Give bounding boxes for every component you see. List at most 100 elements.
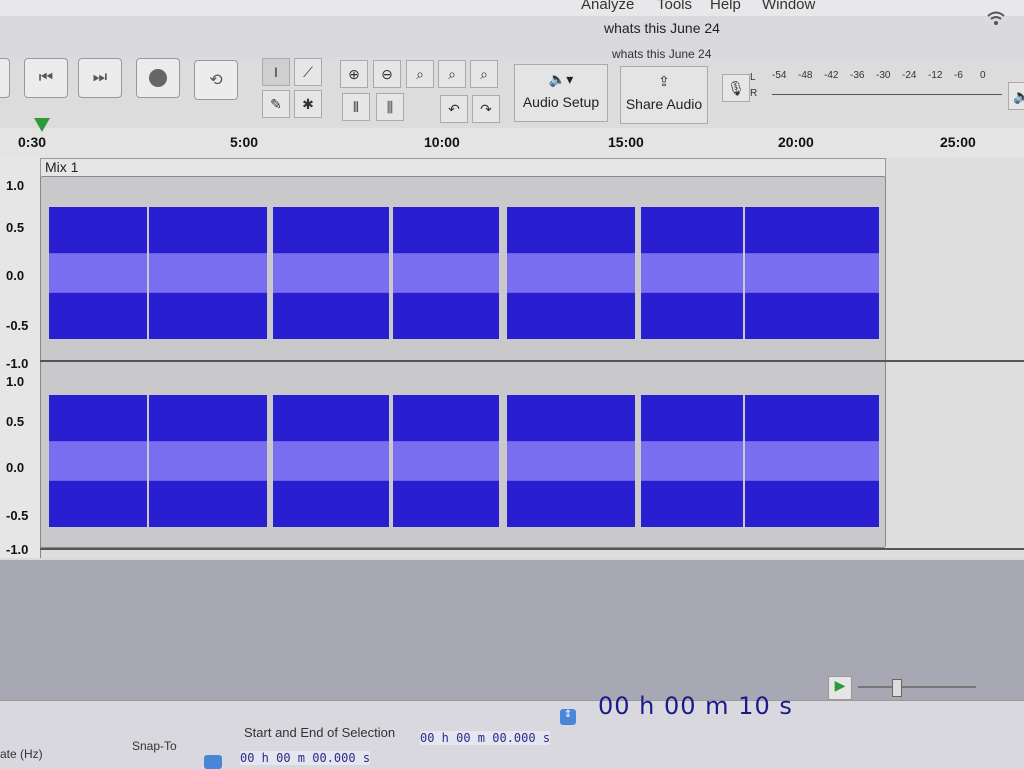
speaker-icon: 🔈▾ bbox=[548, 71, 574, 87]
menu-bar: Analyze Tools Help Window bbox=[0, 0, 1024, 16]
menu-tools[interactable]: Tools bbox=[657, 0, 692, 13]
record-icon bbox=[149, 69, 167, 87]
zoom-out-icon: ⊖ bbox=[381, 65, 393, 82]
meter-scale-label: -12 bbox=[928, 70, 943, 81]
waveform-rms bbox=[507, 253, 635, 293]
draw-tool[interactable]: ✎ bbox=[262, 90, 290, 118]
waveform-rms bbox=[393, 253, 499, 293]
play-at-speed-button[interactable]: ▶ bbox=[828, 676, 852, 700]
waveform-rms bbox=[641, 253, 743, 293]
zoom-in-button[interactable]: ⊕ bbox=[340, 60, 368, 88]
waveform-rms bbox=[507, 441, 635, 481]
envelope-tool[interactable]: ⟋ bbox=[294, 58, 322, 86]
timeline-tick-label: 5:00 bbox=[230, 134, 259, 150]
loop-button[interactable]: ⟲ bbox=[194, 60, 238, 100]
menu-analyze[interactable]: Analyze bbox=[581, 0, 634, 13]
redo-button[interactable]: ↷ bbox=[472, 95, 500, 123]
audio-setup-label: Audio Setup bbox=[522, 94, 600, 110]
record-meter[interactable]: L R -54 -48 -42 -36 -30 -24 -12 -6 0 bbox=[750, 70, 1020, 102]
meter-scale-label: -42 bbox=[824, 70, 839, 81]
meter-channel-l: L bbox=[750, 72, 756, 83]
share-audio-button[interactable]: ⇪ Share Audio bbox=[620, 66, 708, 124]
trim-icon: ⫴ bbox=[353, 98, 359, 115]
cursor-icon: I bbox=[274, 64, 278, 80]
meter-scale-label: -24 bbox=[902, 70, 917, 81]
timeline-tick-label: 15:00 bbox=[608, 134, 644, 150]
meter-scale-label: -54 bbox=[772, 70, 787, 81]
share-audio-label: Share Audio bbox=[625, 96, 703, 112]
selection-start-time[interactable]: 00 h 00 m 00.000 s bbox=[240, 751, 371, 765]
timeline-start-label: 0:30 bbox=[18, 134, 47, 150]
meter-scale-label: -36 bbox=[850, 70, 865, 81]
selection-end-time[interactable]: 00 h 00 m 00.000 s bbox=[420, 731, 551, 745]
zoom-fit-icon: ⌕ bbox=[448, 65, 456, 82]
envelope-icon: ⟋ bbox=[303, 63, 313, 80]
skip-end-icon: ⏭ bbox=[92, 69, 108, 86]
playback-meter-button[interactable]: 🔈 bbox=[1008, 82, 1024, 110]
menu-help[interactable]: Help bbox=[710, 0, 741, 13]
scale-label: -1.0 bbox=[6, 542, 29, 557]
scale-label: -0.5 bbox=[6, 508, 29, 523]
snap-to-dropdown[interactable] bbox=[204, 755, 222, 769]
meter-channel-r: R bbox=[750, 88, 758, 99]
silence-icon: ⫼ bbox=[386, 98, 394, 115]
waveform-rms bbox=[273, 441, 389, 481]
record-meter-button[interactable]: 🎙 bbox=[722, 74, 750, 102]
skip-start-icon: ⏮ bbox=[38, 69, 54, 86]
project-rate-label: ate (Hz) bbox=[0, 747, 43, 761]
skip-start-button[interactable]: ⏮ bbox=[24, 58, 68, 98]
waveform-rms bbox=[745, 441, 879, 481]
timeline-ruler[interactable]: 0:30 5:00 10:00 15:00 20:00 25:00 bbox=[0, 128, 1024, 159]
waveform-rms bbox=[745, 253, 879, 293]
waveform-rms bbox=[641, 441, 743, 481]
silence-button[interactable]: ⫼ bbox=[376, 93, 404, 121]
scale-label: -0.5 bbox=[6, 318, 29, 333]
scale-label: 0.5 bbox=[6, 220, 25, 235]
audio-setup-button[interactable]: 🔈▾ Audio Setup bbox=[514, 64, 608, 122]
loop-icon: ⟲ bbox=[209, 72, 223, 89]
scale-label: -1.0 bbox=[6, 356, 29, 371]
meter-scale-label: -30 bbox=[876, 70, 891, 81]
waveform-rms bbox=[149, 441, 267, 481]
trim-button[interactable]: ⫴ bbox=[342, 93, 370, 121]
scale-label: 0.0 bbox=[6, 460, 25, 475]
play-speed-slider-thumb[interactable] bbox=[892, 679, 902, 697]
speaker-icon: 🔈 bbox=[1013, 87, 1024, 104]
window-title: whats this June 24 bbox=[604, 20, 720, 36]
selection-toolbar: ate (Hz) Snap-To Start and End of Select… bbox=[0, 700, 1024, 769]
selection-mode-dropdown[interactable]: ⇕ bbox=[560, 709, 576, 725]
fit-project-button[interactable]: ⌕ bbox=[438, 60, 466, 88]
scale-label: 1.0 bbox=[6, 374, 25, 389]
waveform-rms bbox=[49, 253, 147, 293]
microphone-icon: 🎙 bbox=[727, 79, 745, 96]
play-speed-slider[interactable] bbox=[858, 686, 976, 688]
zoom-toggle-button[interactable]: ⌕ bbox=[470, 60, 498, 88]
track-bottom-border bbox=[40, 548, 1024, 550]
timeline-tick-label: 10:00 bbox=[424, 134, 460, 150]
selection-tool[interactable]: I bbox=[262, 58, 290, 86]
waveform bbox=[49, 207, 879, 527]
multi-tool[interactable]: ✱ bbox=[294, 90, 322, 118]
selection-mode-label: Start and End of Selection bbox=[244, 725, 396, 740]
record-button[interactable] bbox=[136, 58, 180, 98]
waveform-rms bbox=[149, 253, 267, 293]
fit-selection-button[interactable]: ⌕ bbox=[406, 60, 434, 88]
zoom-out-button[interactable]: ⊖ bbox=[373, 60, 401, 88]
meter-scale-label: -6 bbox=[954, 70, 963, 81]
meter-scale-label: 0 bbox=[980, 70, 986, 81]
playhead-marker[interactable] bbox=[34, 118, 50, 132]
share-icon: ⇪ bbox=[658, 73, 670, 89]
scale-label: 0.5 bbox=[6, 414, 25, 429]
stop-button[interactable]: ■ bbox=[0, 58, 10, 98]
vertical-ruler: 1.0 0.5 0.0 -0.5 -1.0 1.0 0.5 0.0 -0.5 -… bbox=[0, 158, 41, 558]
pencil-icon: ✎ bbox=[270, 95, 282, 112]
skip-end-button[interactable]: ⏭ bbox=[78, 58, 122, 98]
asterisk-icon: ✱ bbox=[302, 95, 314, 112]
wifi-icon[interactable] bbox=[986, 10, 1006, 29]
menu-window[interactable]: Window bbox=[762, 0, 815, 13]
clip-header[interactable]: Mix 1 bbox=[40, 158, 886, 178]
audio-position[interactable]: 00 h 00 m 10 s bbox=[598, 692, 793, 720]
meter-scale-label: -48 bbox=[798, 70, 813, 81]
audio-clip[interactable] bbox=[40, 176, 886, 548]
undo-button[interactable]: ↶ bbox=[440, 95, 468, 123]
